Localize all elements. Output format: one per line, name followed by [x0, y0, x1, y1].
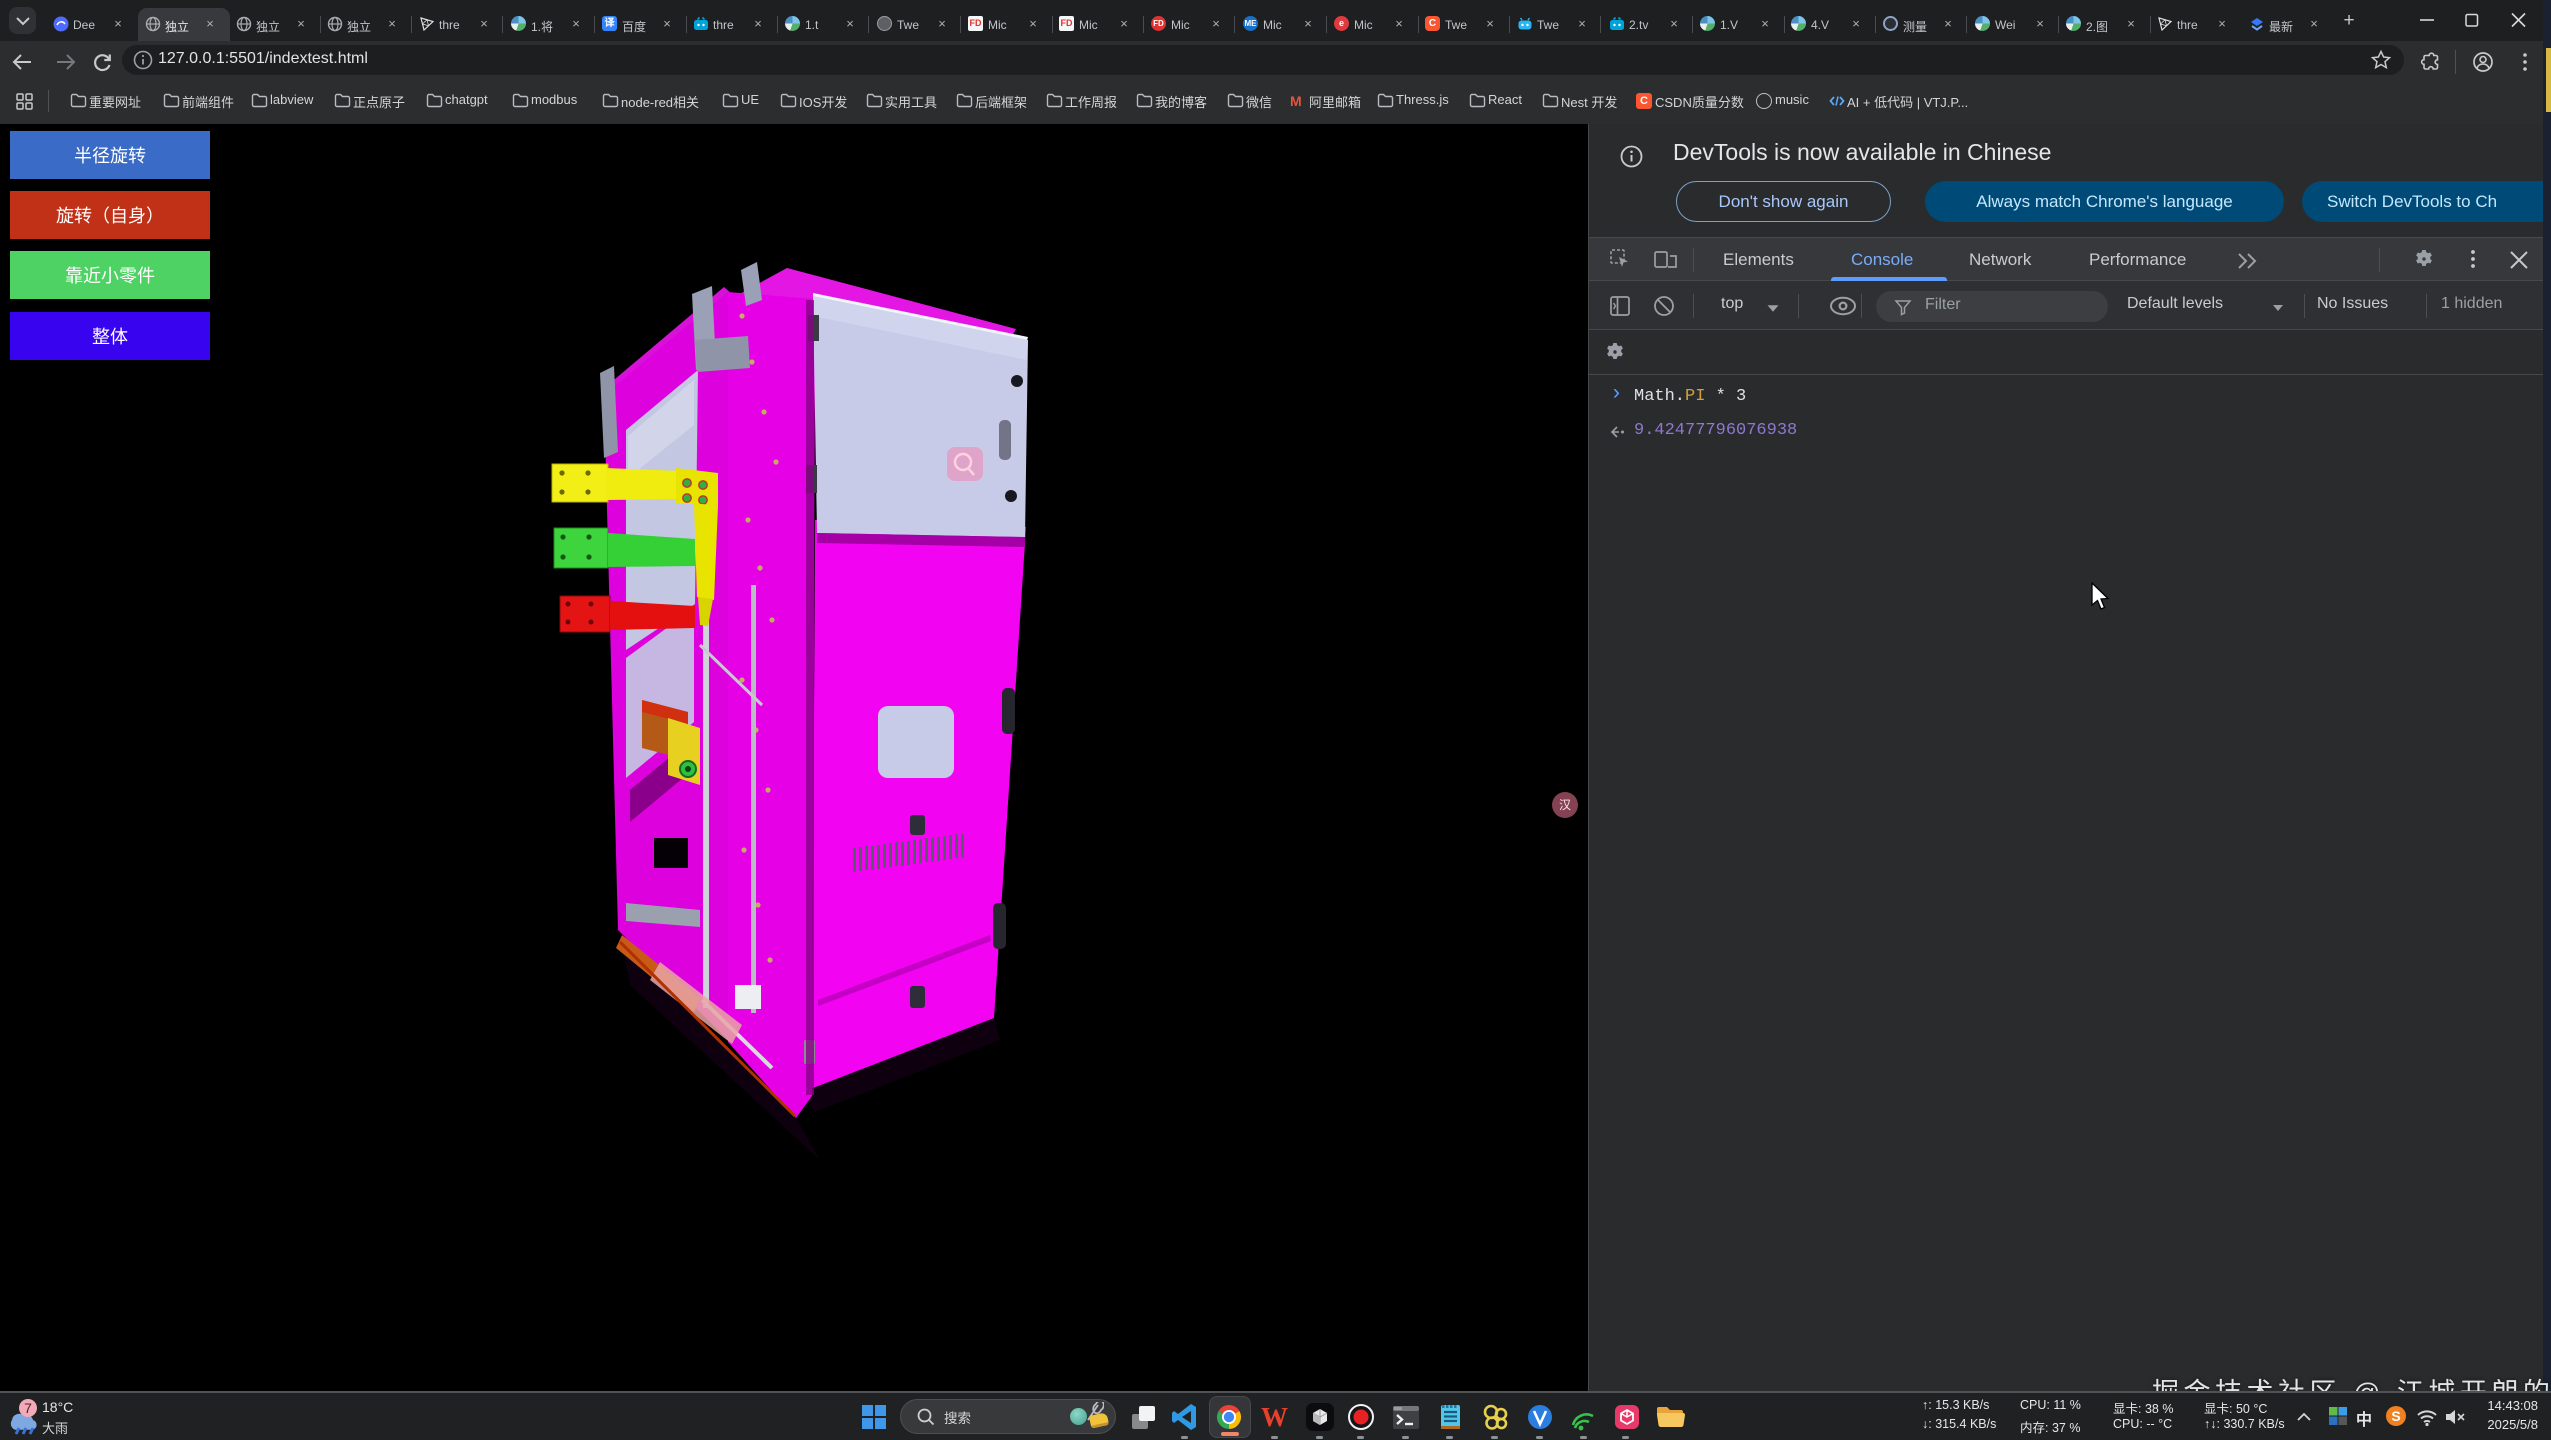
svg-text:7: 7	[24, 1400, 32, 1416]
